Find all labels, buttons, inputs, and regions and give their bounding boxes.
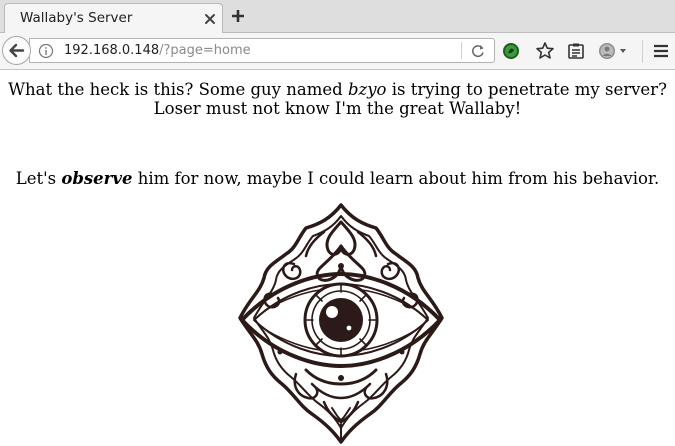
plus-icon[interactable] xyxy=(230,8,246,24)
extension-icon[interactable] xyxy=(502,42,520,60)
observe-text-end: him for now, maybe I could learn about h… xyxy=(132,169,660,188)
reader-view-icon[interactable] xyxy=(566,41,586,61)
intro-line-2: Loser must not know I'm the great Wallab… xyxy=(153,99,522,118)
intro-text-end: is trying to penetrate my server? xyxy=(386,80,667,99)
url-text[interactable]: 192.168.0.148/?page=home xyxy=(64,43,251,58)
observe-paragraph: Let's observe him for now, maybe I could… xyxy=(0,169,675,188)
tab-active[interactable]: Wallaby's Server xyxy=(4,3,223,34)
url-separator xyxy=(461,42,462,59)
hamburger-menu-icon[interactable] xyxy=(652,42,670,60)
toolbar-divider xyxy=(642,40,643,63)
back-arrow-icon xyxy=(9,43,25,58)
tab-title: Wallaby's Server xyxy=(20,10,133,26)
star-icon[interactable] xyxy=(535,41,555,61)
url-host: 192.168.0.148 xyxy=(64,43,160,58)
profile-icon[interactable] xyxy=(598,41,630,61)
url-path: /?page=home xyxy=(159,43,251,58)
tab-strip: Wallaby's Server xyxy=(0,0,675,34)
observe-text-start: Let's xyxy=(15,169,62,188)
observe-emphasis: observe xyxy=(61,169,133,188)
intro-paragraph: What the heck is this? Some guy named bz… xyxy=(0,80,675,118)
info-icon[interactable] xyxy=(38,43,54,59)
all-seeing-eye-icon xyxy=(238,203,444,444)
intro-text-start: What the heck is this? Some guy named xyxy=(8,80,348,99)
page-content: What the heck is this? Some guy named bz… xyxy=(0,71,675,446)
close-icon[interactable] xyxy=(201,10,219,28)
intruder-name: bzyo xyxy=(347,80,387,99)
navigation-toolbar: 192.168.0.148/?page=home xyxy=(0,33,675,70)
back-button[interactable] xyxy=(2,36,31,65)
url-bar[interactable]: 192.168.0.148/?page=home xyxy=(29,38,495,63)
reload-icon[interactable] xyxy=(470,43,486,59)
